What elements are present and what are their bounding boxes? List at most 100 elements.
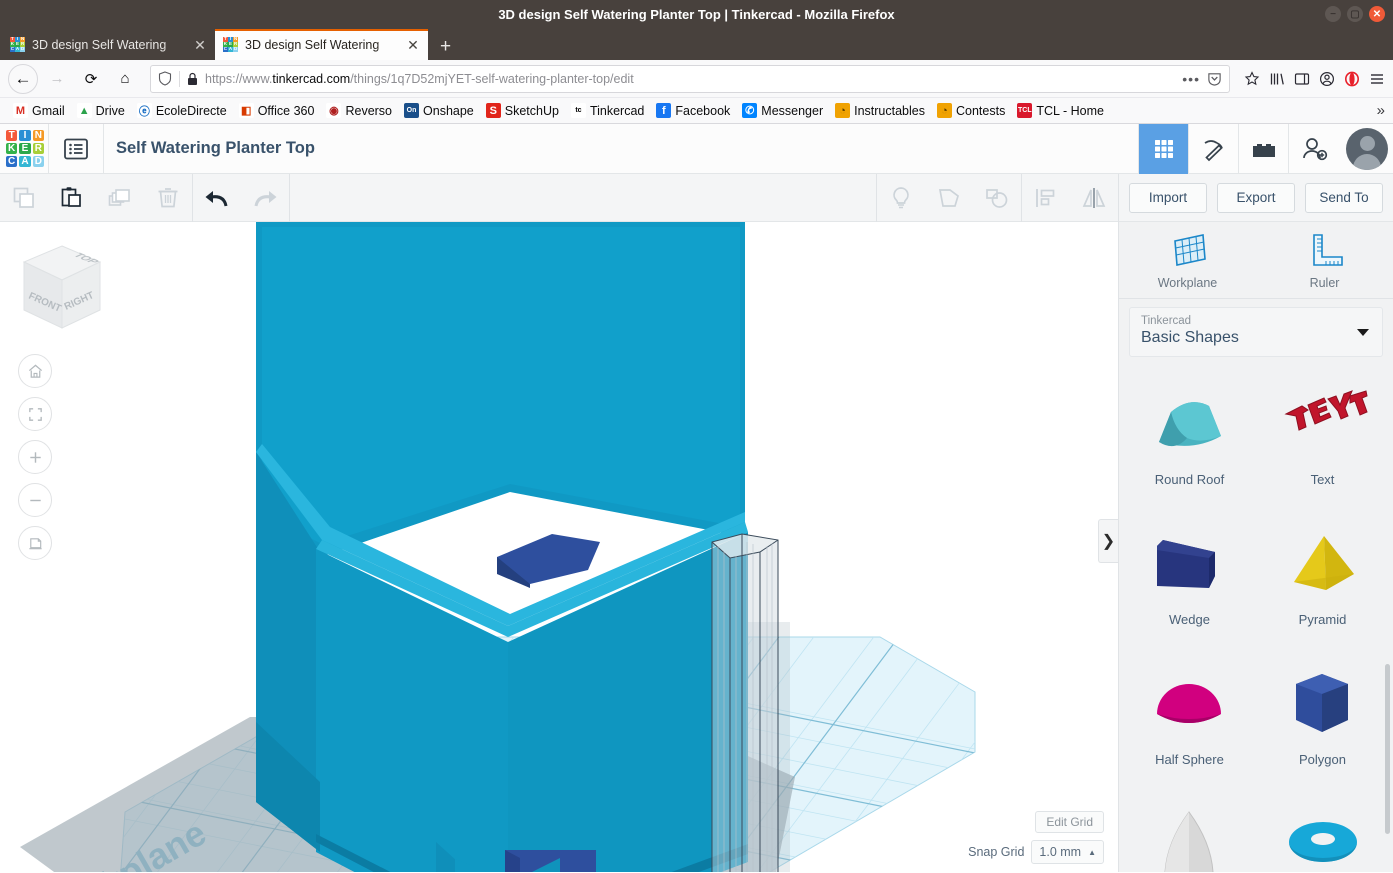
pocket-save-icon[interactable]	[1207, 71, 1222, 86]
ungroup-button[interactable]	[973, 174, 1021, 222]
shape-item-polygon[interactable]: Polygon	[1256, 650, 1389, 790]
group-button[interactable]	[925, 174, 973, 222]
planter-solid[interactable]	[256, 222, 748, 872]
library-select-wrap: Tinkercad Basic Shapes	[1119, 299, 1393, 364]
logo-tile-n: N	[32, 129, 44, 141]
bookmark-messenger[interactable]: ✆ Messenger	[737, 101, 828, 120]
shape-item-paraboloid[interactable]: Paraboloid	[1123, 790, 1256, 872]
page-title[interactable]: Self Watering Planter Top	[104, 139, 1138, 158]
address-bar[interactable]: https://www.tinkercad.com/things/1q7D52m…	[150, 64, 1230, 93]
browser-tab-2[interactable]: TINKERCAD 3D design Self Watering ✕	[215, 29, 428, 60]
bookmark-favicon-icon: ▲	[76, 103, 92, 118]
library-icon[interactable]	[1269, 71, 1285, 87]
3d-scene[interactable]: Workplane	[0, 222, 1118, 872]
shapes-scrollbar[interactable]	[1385, 664, 1390, 834]
view-cube[interactable]: TOP FRONT RIGHT	[16, 240, 108, 336]
account-icon[interactable]	[1319, 71, 1335, 87]
address-bar-url: https://www.tinkercad.com/things/1q7D52m…	[205, 71, 634, 86]
undo-button[interactable]	[193, 174, 241, 222]
shape-library-select[interactable]: Tinkercad Basic Shapes	[1129, 307, 1383, 357]
invite-person-button[interactable]	[1288, 123, 1338, 174]
minimize-button[interactable]: −	[1325, 6, 1341, 22]
shape-item-torus[interactable]: Torus	[1256, 790, 1389, 872]
bookmark-onshape[interactable]: On Onshape	[399, 101, 479, 120]
sidebar-icon[interactable]	[1294, 71, 1310, 87]
undo-arrow-icon	[205, 190, 228, 206]
new-tab-button[interactable]: +	[440, 37, 451, 56]
paste-button[interactable]	[48, 174, 96, 222]
polygon-shape-icon	[1275, 662, 1371, 748]
transparent-tube[interactable]	[711, 533, 779, 872]
export-button[interactable]: Export	[1217, 182, 1295, 213]
page-actions-icon[interactable]: •••	[1182, 71, 1200, 87]
zoom-in-button[interactable]	[18, 440, 52, 474]
forward-button[interactable]: →	[42, 64, 72, 94]
mirror-button[interactable]	[1070, 174, 1118, 222]
ortho-perspective-button[interactable]	[18, 526, 52, 560]
zoom-out-button[interactable]	[18, 483, 52, 517]
import-button[interactable]: Import	[1129, 182, 1207, 213]
editor-main: Workplane	[0, 222, 1393, 872]
shield-icon[interactable]	[158, 71, 172, 86]
copy-button[interactable]	[0, 174, 48, 222]
invite-person-icon	[1302, 137, 1327, 160]
bookmark-label: Contests	[956, 103, 1006, 118]
ruler-tool[interactable]: Ruler	[1256, 222, 1393, 298]
bookmark-gmail[interactable]: M Gmail	[8, 101, 70, 120]
edit-grid-button[interactable]: Edit Grid	[1035, 811, 1104, 833]
browser-tab-1-close-icon[interactable]: ✕	[193, 38, 207, 52]
bookmark-reverso[interactable]: ◉ Reverso	[321, 101, 397, 120]
shape-item-half-sphere[interactable]: Half Sphere	[1123, 650, 1256, 790]
home-button[interactable]: ⌂	[110, 64, 140, 94]
bookmark-ecoledirecte[interactable]: ⓔ EcoleDirecte	[132, 101, 232, 120]
blocks-button[interactable]	[1238, 123, 1288, 174]
back-button[interactable]: ←	[8, 63, 38, 94]
bookmark-star-icon[interactable]	[1244, 70, 1260, 87]
workplane-tool[interactable]: Workplane	[1119, 222, 1256, 298]
opera-extension-icon[interactable]	[1344, 71, 1360, 87]
send-to-button[interactable]: Send To	[1305, 182, 1383, 213]
bookmark-tinkercad[interactable]: tc Tinkercad	[566, 101, 649, 120]
bookmark-instructables[interactable]: ◔ Instructables	[830, 101, 930, 120]
browser-tab-2-close-icon[interactable]: ✕	[406, 38, 420, 52]
delete-button[interactable]	[144, 174, 192, 222]
browser-tab-1[interactable]: TINKERCAD 3D design Self Watering ✕	[2, 29, 215, 60]
tinker-tool-button[interactable]	[1188, 123, 1238, 174]
redo-button[interactable]	[241, 174, 289, 222]
shape-item-round-roof[interactable]: Round Roof	[1123, 370, 1256, 510]
avatar[interactable]	[1346, 127, 1388, 170]
hide-button[interactable]	[877, 174, 925, 222]
fit-to-view-button[interactable]	[18, 397, 52, 431]
browser-tab-1-title: 3D design Self Watering	[32, 37, 167, 52]
tinkercad-logo-icon[interactable]: TIN KER CAD	[2, 126, 48, 172]
maximize-button[interactable]: ▢	[1347, 6, 1363, 22]
bookmarks-overflow-icon[interactable]: »	[1377, 102, 1385, 119]
properties-panel-button[interactable]	[49, 124, 103, 174]
reload-button[interactable]: ⟳	[76, 64, 106, 94]
menu-icon[interactable]	[1369, 71, 1385, 87]
panel-collapse-toggle[interactable]: ❯	[1098, 519, 1118, 563]
blue-hex-insert-top[interactable]	[497, 534, 600, 588]
bookmark-tcl-home[interactable]: TCL TCL - Home	[1012, 101, 1109, 120]
align-button[interactable]	[1022, 174, 1070, 222]
snap-grid-select[interactable]: 1.0 mm ▲	[1031, 840, 1104, 864]
bookmark-sketchup[interactable]: S SketchUp	[481, 101, 564, 120]
home-view-button[interactable]	[18, 354, 52, 388]
3d-viewport[interactable]: Workplane	[0, 222, 1118, 872]
grid-view-button[interactable]	[1138, 123, 1188, 174]
logo-tile-k: K	[6, 142, 18, 155]
duplicate-button[interactable]	[96, 174, 144, 222]
shape-label: Wedge	[1169, 612, 1210, 627]
shape-item-pyramid[interactable]: Pyramid	[1256, 510, 1389, 650]
shape-item-wedge[interactable]: Wedge	[1123, 510, 1256, 650]
panel-tools-row: Workplane Ruler	[1119, 222, 1393, 299]
bookmark-drive[interactable]: ▲ Drive	[72, 101, 130, 120]
bookmark-favicon-icon: ✆	[742, 103, 758, 118]
bookmark-office-360[interactable]: ◧ Office 360	[234, 101, 320, 120]
bookmark-label: Office 360	[257, 103, 315, 118]
bookmark-facebook[interactable]: f Facebook	[651, 101, 735, 120]
workplane-tool-label: Workplane	[1157, 275, 1218, 290]
close-window-button[interactable]: ✕	[1369, 6, 1385, 22]
bookmark-contests[interactable]: ◔ Contests	[932, 101, 1010, 120]
shape-item-text[interactable]: Text	[1256, 370, 1389, 510]
